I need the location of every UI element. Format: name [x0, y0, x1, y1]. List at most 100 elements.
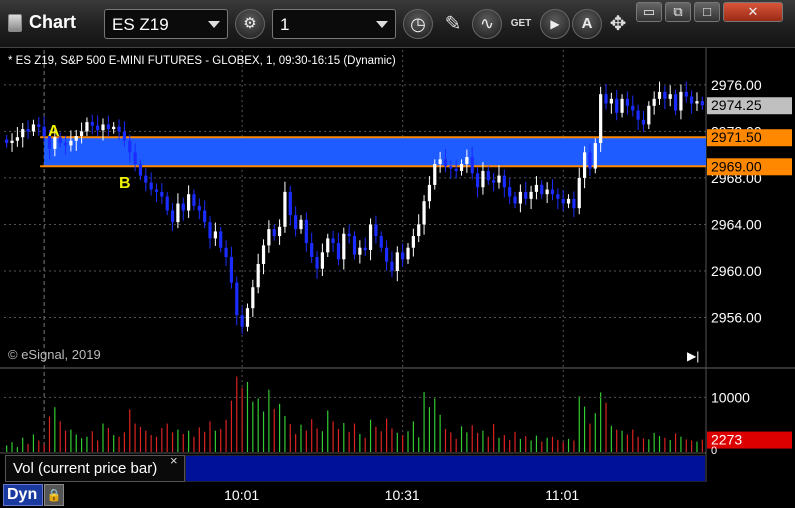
restore-icon[interactable]: ⧉ [665, 2, 691, 22]
pencil-icon[interactable]: ✎ [440, 10, 466, 38]
candle-body [37, 124, 41, 127]
candle-body [229, 257, 234, 283]
candle-body [21, 129, 25, 138]
candle-body [401, 252, 405, 260]
time-tick-label: 10:31 [384, 487, 420, 503]
candle-body [438, 159, 442, 164]
candle-body [117, 126, 121, 132]
chevron-down-icon[interactable] [208, 21, 220, 28]
candle-body [385, 247, 389, 262]
candle-body [144, 175, 148, 183]
candle-body [700, 101, 704, 106]
clock-icon[interactable]: ◷ [403, 9, 433, 39]
candle-body [245, 308, 250, 327]
candle-body [631, 105, 635, 111]
candle-body [192, 194, 196, 206]
study-icon[interactable]: ∿ [472, 9, 502, 39]
window-title: Chart [29, 12, 77, 32]
interval-combo[interactable]: 1 [272, 9, 396, 39]
candle-body [492, 180, 496, 183]
candle-body [299, 219, 303, 230]
candle-body [235, 282, 239, 316]
candle-body [668, 94, 672, 99]
candle-body [90, 122, 94, 126]
candle-body [197, 205, 201, 211]
candle-body [304, 219, 308, 244]
candle-body [508, 187, 512, 197]
copyright: © eSignal, 2019 [8, 347, 101, 362]
close-icon[interactable]: ✕ [723, 2, 783, 22]
candle-body [251, 287, 255, 309]
candle-body [170, 210, 175, 223]
candle-body [336, 243, 341, 260]
candle-body [540, 184, 544, 195]
candle-body [160, 191, 164, 197]
candle-body [288, 191, 292, 216]
candle-body [582, 152, 587, 178]
candle-body [427, 184, 432, 202]
candle-body [213, 231, 217, 239]
candle-body [481, 170, 485, 188]
toolbar: Chart ES Z19 ⚙ 1 ◷ ✎ ∿ GET ▶ A ✥ ▭ ⧉ □ ✕ [0, 0, 795, 48]
candle-body [42, 126, 46, 137]
candle-body [256, 263, 260, 288]
pin-icon[interactable]: ✥ [605, 10, 631, 38]
candle-body [577, 177, 581, 209]
level-price-tag: 2969.00 [711, 158, 762, 174]
candle-body [459, 163, 464, 171]
alert-icon[interactable]: A [572, 9, 602, 39]
candle-body [572, 198, 576, 209]
candle-body [272, 229, 276, 237]
candle-body [475, 173, 480, 188]
chevron-down-icon[interactable] [376, 21, 388, 28]
candle-body [63, 143, 68, 146]
candle-body [588, 152, 592, 169]
candle-body [149, 182, 153, 190]
volume-zero-label: 0 [711, 445, 717, 457]
interval-value: 1 [280, 15, 290, 34]
minimize-icon[interactable]: ▭ [636, 2, 662, 22]
candle-body [556, 194, 560, 199]
candle-body [657, 91, 662, 99]
candle-body [417, 224, 421, 237]
candle-body [604, 94, 608, 104]
volume-label-bar [185, 455, 706, 482]
candle-body [267, 229, 271, 246]
candle-body [609, 98, 613, 104]
get-icon[interactable]: GET [506, 10, 536, 38]
chart-header: * ES Z19, S&P 500 E-MINI FUTURES - GLOBE… [8, 55, 396, 67]
candle-body [363, 247, 367, 251]
volume-study-label[interactable]: Vol (current price bar) [5, 455, 185, 482]
candle-body [486, 170, 490, 181]
candle-body [497, 175, 501, 183]
candle-body [310, 243, 314, 258]
candle-body [342, 233, 346, 260]
chart-canvas[interactable]: 2976.002972.002968.002964.002960.002956.… [0, 48, 795, 508]
candle-body [641, 119, 646, 125]
candle-body [673, 94, 678, 111]
play-icon[interactable]: ▶ [540, 9, 570, 39]
symbol-value: ES Z19 [112, 15, 169, 34]
symbol-combo[interactable]: ES Z19 [104, 9, 228, 39]
candle-body [138, 163, 143, 176]
candle-body [224, 247, 228, 258]
candle-body [561, 198, 565, 204]
candle-body [74, 136, 78, 141]
close-icon[interactable]: × [170, 453, 178, 468]
level-band [44, 137, 706, 167]
lock-icon[interactable]: 🔒 [44, 484, 64, 506]
candle-body [128, 140, 132, 153]
dynamic-button[interactable]: Dyn [3, 484, 43, 506]
last-price-tag: 2974.25 [711, 97, 762, 113]
candle-body [320, 252, 324, 269]
price-tick-label: 2976.00 [711, 77, 762, 93]
maximize-icon[interactable]: □ [694, 2, 720, 22]
chart-app-icon [8, 14, 22, 32]
candle-body [465, 156, 469, 164]
candle-body [352, 236, 357, 255]
candle-body [331, 238, 335, 244]
settings-icon[interactable]: ⚙ [235, 9, 265, 39]
candle-body [625, 98, 630, 106]
candle-body [203, 210, 207, 223]
candle-body [15, 137, 19, 141]
